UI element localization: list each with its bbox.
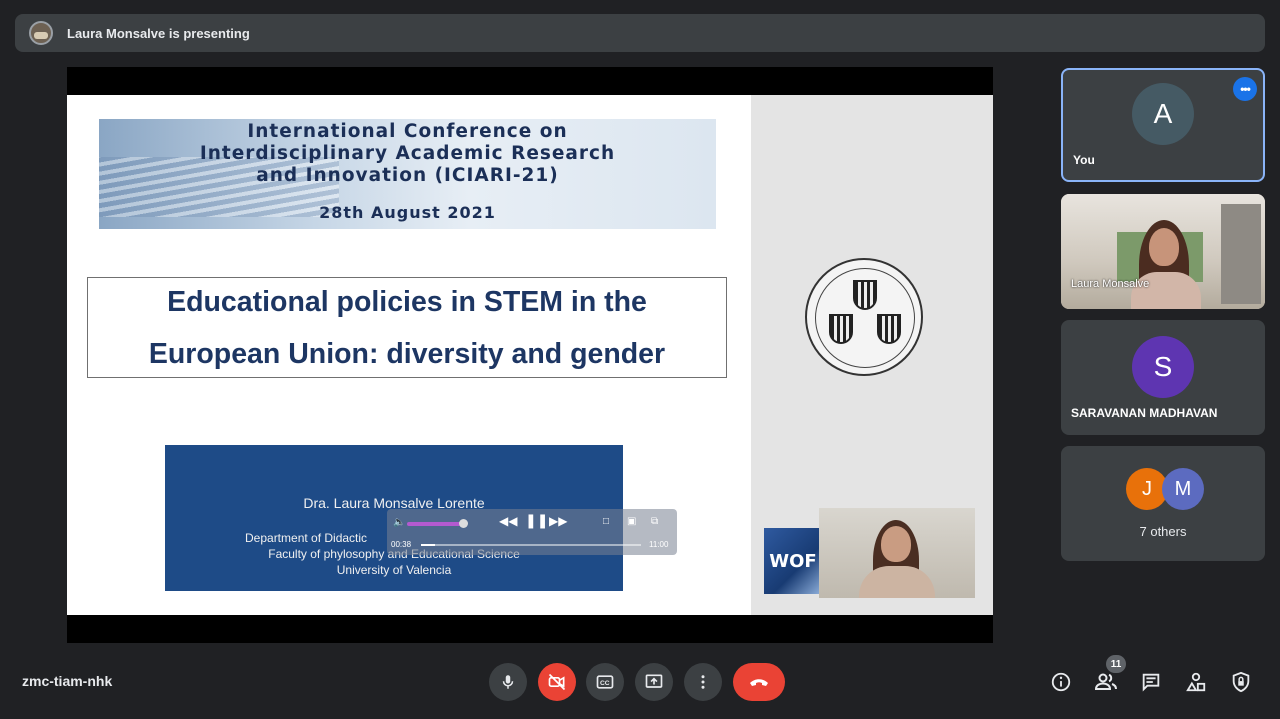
others-count-label: 7 others [1139,524,1187,539]
talk-title-box: Educational policies in STEM in the Euro… [87,277,727,378]
participant-name-laura: Laura Monsalve [1071,278,1150,290]
screen-icon[interactable]: ▣ [627,516,636,527]
chat-button[interactable] [1137,668,1165,696]
volume-knob[interactable] [459,519,468,528]
meeting-details-button[interactable] [1047,668,1075,696]
player-progress-fill [421,544,435,546]
player-current-time: 00:38 [391,540,412,549]
more-options-icon [701,675,705,689]
meet-window: Laura Monsalve is presenting Internation… [0,0,1280,719]
participant-name-saravanan: SARAVANAN MADHAVAN [1071,406,1218,420]
clipboard-icon[interactable]: □ [603,516,609,527]
present-icon [645,674,663,688]
activities-icon [1186,672,1206,692]
rewind-icon[interactable]: ◀◀ [499,514,517,528]
conference-title-line-3: and Innovation (ICIARI-21) [256,165,559,186]
more-options-icon[interactable]: ••• [1233,77,1257,101]
conference-title-line-2: Interdisciplinary Academic Research [199,143,616,164]
presenting-banner: Laura Monsalve is presenting [15,14,1265,52]
player-progress-bar[interactable] [421,544,641,546]
seal-shield-top [853,280,877,310]
activities-button[interactable] [1182,668,1210,696]
presenter-avatar [29,21,53,45]
saravanan-avatar: S [1132,336,1194,398]
event-logo: WOF [764,528,822,594]
volume-slider[interactable] [407,522,463,526]
talk-title-line-2: European Union: diversity and gender [148,337,666,370]
more-options-button[interactable] [684,663,722,701]
captions-icon: CC [596,675,614,689]
host-controls-button[interactable] [1227,668,1255,696]
player-total-time: 11:00 [649,540,669,549]
svg-text:CC: CC [600,680,610,687]
microphone-button[interactable] [489,663,527,701]
camera-button[interactable] [538,663,576,701]
talk-title: Educational policies in STEM in the Euro… [149,276,665,380]
camera-off-icon [548,673,566,691]
participant-tile-others[interactable]: J M 7 others [1061,446,1265,561]
media-player-controls[interactable]: 🔈 ◀◀ ❚❚ ▶▶ □ ▣ ⧉ 00:38 11:00 [387,509,677,555]
speaker-face [881,526,911,562]
fast-forward-icon[interactable]: ▶▶ [549,514,567,528]
leave-call-button[interactable] [733,663,785,701]
chat-icon [1142,673,1160,692]
meeting-code: zmc-tiam-nhk [22,673,113,689]
popout-icon[interactable]: ⧉ [651,516,658,527]
seal-shield-left [829,314,853,344]
participant-tile-saravanan[interactable]: S SARAVANAN MADHAVAN [1061,320,1265,435]
participant-tile-you[interactable]: A ••• You [1061,68,1265,182]
info-icon [1051,672,1071,692]
conference-title: International Conference on Interdiscipl… [99,121,716,187]
pause-icon[interactable]: ❚❚ [525,512,548,529]
hang-up-icon [750,679,768,686]
host-controls-icon [1232,671,1250,693]
university-seal-icon [805,258,923,376]
volume-icon[interactable]: 🔈 [393,517,405,528]
seal-shield-right [877,314,901,344]
people-count-badge: 11 [1106,655,1126,673]
talk-title-line-1: Educational policies in STEM in the [167,285,647,318]
conference-banner: International Conference on Interdiscipl… [99,119,716,229]
others-avatar-m: M [1162,468,1204,510]
presentation-stage[interactable]: International Conference on Interdiscipl… [67,67,993,643]
slide-speaker-video [819,508,975,598]
laura-face [1149,228,1179,266]
shared-slide: International Conference on Interdiscipl… [67,95,993,615]
participant-tile-laura[interactable]: Laura Monsalve [1061,194,1265,309]
captions-button[interactable]: CC [586,663,624,701]
conference-date: 28th August 2021 [319,203,496,222]
people-icon [1094,673,1117,690]
conference-title-line-1: International Conference on [247,121,568,142]
author-university: University of Valencia [336,563,452,577]
speaker-body [859,566,935,598]
laura-video-door [1221,204,1261,304]
microphone-icon [502,675,514,689]
presenting-text: Laura Monsalve is presenting [67,25,250,41]
participant-name-you: You [1073,153,1095,167]
present-button[interactable] [635,663,673,701]
you-avatar: A [1132,83,1194,145]
